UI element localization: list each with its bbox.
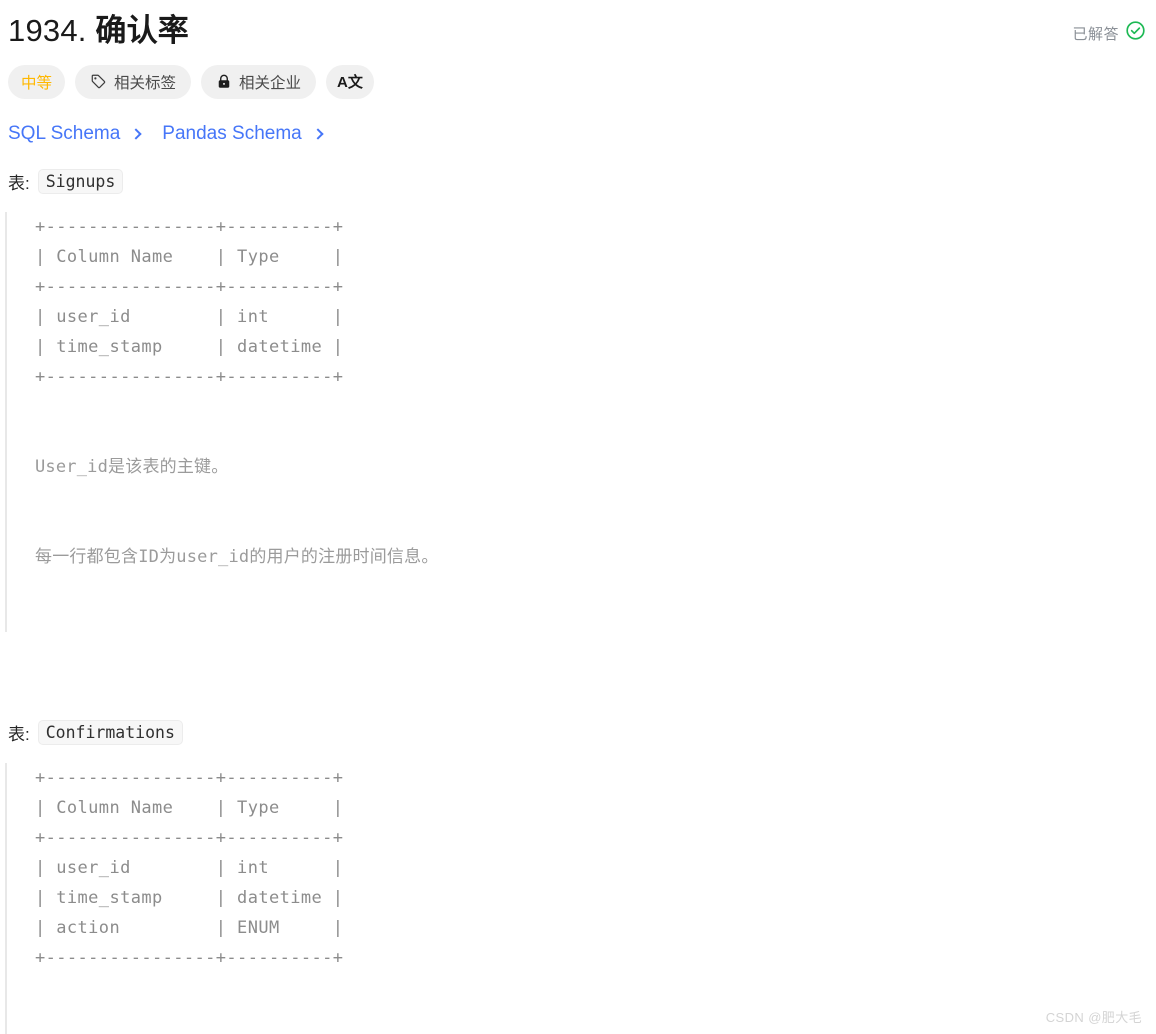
status-label: 已解答 <box>1072 25 1119 43</box>
pandas-schema-link[interactable]: Pandas Schema <box>162 122 324 145</box>
problem-name: 确认率 <box>95 13 190 48</box>
table-name-chip: Confirmations <box>37 719 183 745</box>
related-tags-button[interactable]: 相关标签 <box>75 64 192 99</box>
table-caption-label: 表: <box>8 173 30 193</box>
chevron-right-icon <box>130 128 142 140</box>
table-caption-signups: 表: Signups <box>0 145 1156 194</box>
schema-notes-confirmations: (user_id, time_stamp)是该表的主键。 user_id是一个引… <box>35 973 1035 1034</box>
problem-header: 1934. 确认率 已解答 <box>0 0 1156 52</box>
sql-schema-link[interactable]: SQL Schema <box>8 122 142 145</box>
schema-note-line: 每一行都包含ID为user_id的用户的注册时间信息。 <box>35 546 439 567</box>
problem-number: 1934. <box>8 13 87 48</box>
schema-note-line: User_id是该表的主键。 <box>35 456 229 477</box>
watermark: CSDN @肥大毛 <box>1045 1010 1142 1025</box>
chevron-right-icon <box>312 128 324 140</box>
table-caption-confirmations: 表: Confirmations <box>0 696 1156 745</box>
translate-icon: A文 <box>337 74 363 92</box>
related-companies-button[interactable]: 相关企业 <box>201 64 317 99</box>
status-badge: 已解答 <box>1072 20 1148 46</box>
pandas-schema-label: Pandas Schema <box>162 122 302 144</box>
tag-icon <box>90 73 107 90</box>
lock-icon <box>216 73 232 90</box>
schema-links: SQL Schema Pandas Schema <box>0 99 1156 145</box>
ascii-schema-table: +----------------+----------+ | Column N… <box>35 216 344 387</box>
check-circle-icon <box>1125 20 1146 46</box>
problem-page: 1934. 确认率 已解答 中等 相关标签 相关企业 A文 SQL Schema… <box>0 0 1156 1034</box>
sql-schema-label: SQL Schema <box>8 122 121 144</box>
schema-notes-signups: User_id是该表的主键。 每一行都包含ID为user_id的用户的注册时间信… <box>35 392 1035 632</box>
page-title: 1934. 确认率 <box>8 10 189 52</box>
schema-block-confirmations: +----------------+----------+ | Column N… <box>5 762 1156 1034</box>
ascii-schema-table: +----------------+----------+ | Column N… <box>35 767 344 968</box>
schema-block-signups: +----------------+----------+ | Column N… <box>5 211 1156 632</box>
language-toggle-button[interactable]: A文 <box>326 64 374 99</box>
related-companies-label: 相关企业 <box>239 74 302 92</box>
difficulty-label: 中等 <box>21 74 53 92</box>
difficulty-badge[interactable]: 中等 <box>8 64 66 99</box>
problem-meta-row: 中等 相关标签 相关企业 A文 <box>0 52 1156 99</box>
related-tags-label: 相关标签 <box>114 74 177 92</box>
table-caption-label: 表: <box>8 724 30 744</box>
table-name-chip: Signups <box>37 168 124 194</box>
